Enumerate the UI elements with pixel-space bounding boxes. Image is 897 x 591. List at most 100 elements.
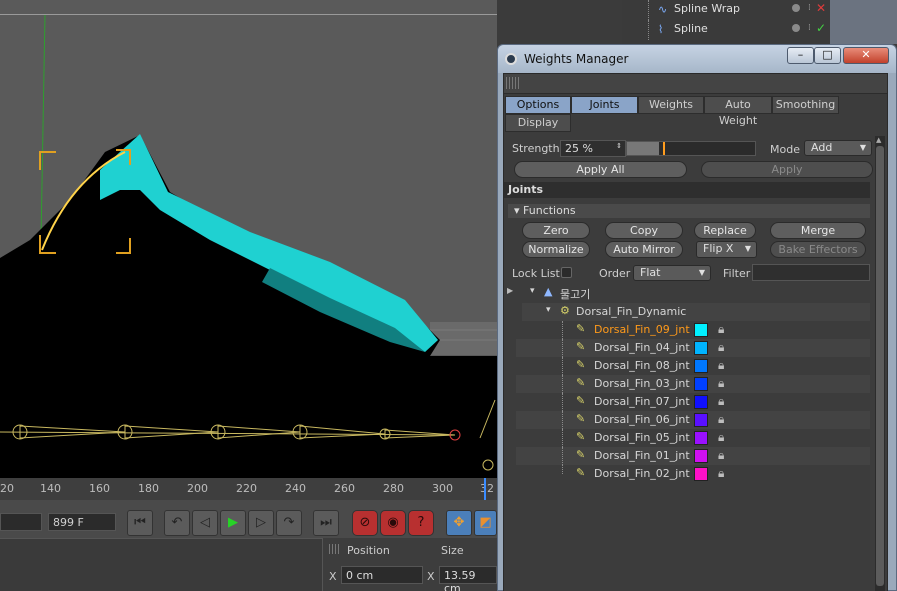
timeline-tick: 160 [89, 482, 110, 495]
lock-icon[interactable]: 🔒︎ [718, 340, 724, 355]
lock-icon[interactable]: 🔒︎ [718, 376, 724, 391]
table-row[interactable]: ✎ Dorsal_Fin_03_jnt 🔒︎ [516, 375, 870, 393]
stepper-icon[interactable]: ⇕ [616, 142, 622, 150]
table-row[interactable]: ✎ Dorsal_Fin_09_jnt 🔒︎ [516, 321, 870, 339]
table-row[interactable]: ✎ Dorsal_Fin_07_jnt 🔒︎ [516, 393, 870, 411]
scroll-up-icon[interactable]: ▲ [876, 136, 881, 144]
timeline-tick: 20 [0, 482, 14, 495]
timeline-ruler[interactable]: 20 140 160 180 200 220 240 260 280 300 3… [0, 478, 497, 500]
tree-line [562, 321, 563, 339]
functions-section-header[interactable]: ▾ Functions [508, 204, 870, 218]
lock-icon[interactable]: 🔒︎ [718, 430, 724, 445]
table-row[interactable]: ✎ Dorsal_Fin_04_jnt 🔒︎ [516, 339, 870, 357]
collapse-icon[interactable]: ▾ [546, 305, 551, 315]
next-frame-button[interactable]: ▷ [248, 510, 274, 536]
lock-icon[interactable]: 🔒︎ [718, 394, 724, 409]
go-to-end-button[interactable]: ⏭ [313, 510, 339, 536]
replace-button[interactable]: Replace [694, 222, 756, 239]
flip-axis-value: Flip X [703, 242, 734, 255]
strength-slider[interactable] [626, 141, 756, 156]
joint-color-swatch[interactable] [694, 431, 708, 445]
normalize-button[interactable]: Normalize [522, 241, 590, 258]
table-row[interactable]: ✎ Dorsal_Fin_01_jnt 🔒︎ [516, 447, 870, 465]
scale-tool-button[interactable]: ◩ [474, 510, 497, 536]
position-x-field[interactable]: 0 cm [341, 566, 423, 584]
window-titlebar[interactable]: Weights Manager – □ ✕ [498, 45, 896, 73]
enabled-check-icon[interactable]: ✓ [816, 21, 826, 35]
lock-icon[interactable]: 🔒︎ [718, 466, 724, 481]
tab-joints[interactable]: Joints [571, 96, 638, 114]
lock-icon[interactable]: 🔒︎ [718, 322, 724, 337]
mode-value: Add [811, 141, 833, 154]
previous-frame-button[interactable]: ◁ [192, 510, 218, 536]
next-key-button[interactable]: ↷ [276, 510, 302, 536]
start-frame-field[interactable] [0, 513, 42, 531]
flip-axis-dropdown[interactable]: Flip X ▼ [696, 241, 757, 258]
end-frame-field[interactable]: 899 F [48, 513, 116, 531]
tree-row-root[interactable]: ▾ ▲ 물고기 [522, 284, 870, 302]
vertical-scrollbar[interactable]: ▲ [875, 136, 885, 591]
table-row[interactable]: ✎ Dorsal_Fin_05_jnt 🔒︎ [516, 429, 870, 447]
joint-color-swatch[interactable] [694, 377, 708, 391]
tab-options[interactable]: Options [505, 96, 571, 114]
joint-color-swatch[interactable] [694, 341, 708, 355]
zero-button[interactable]: Zero [522, 222, 590, 239]
visibility-dot-icon[interactable] [792, 24, 800, 32]
visibility-dot-icon[interactable] [792, 4, 800, 12]
autokey-button[interactable]: ◉ [380, 510, 406, 536]
tab-display[interactable]: Display [505, 114, 571, 132]
tree-row-group[interactable]: ▾ ⚙ Dorsal_Fin_Dynamic [522, 303, 870, 321]
joint-color-swatch[interactable] [694, 449, 708, 463]
lock-icon[interactable]: 🔒︎ [718, 412, 724, 427]
grip-bar[interactable] [504, 74, 887, 94]
lock-icon[interactable]: 🔒︎ [718, 358, 724, 373]
record-button[interactable]: ⊘ [352, 510, 378, 536]
render-dot-icon[interactable]: ⁞ [808, 23, 811, 33]
tab-auto-weight[interactable]: Auto Weight [704, 96, 772, 127]
apply-button[interactable]: Apply [701, 161, 873, 178]
copy-button[interactable]: Copy [605, 222, 683, 239]
filter-input[interactable] [752, 264, 870, 281]
grip-icon[interactable] [329, 544, 339, 554]
joint-color-swatch[interactable] [694, 359, 708, 373]
render-dot-icon[interactable]: ⁞ [808, 3, 811, 13]
collapse-icon[interactable]: ▾ [530, 286, 535, 296]
table-row[interactable]: ✎ Dorsal_Fin_02_jnt 🔒︎ [516, 465, 870, 483]
close-button[interactable]: ✕ [843, 47, 889, 64]
strength-field[interactable]: 25 % ⇕ [560, 140, 626, 157]
size-x-field[interactable]: 13.59 cm [439, 566, 497, 591]
lock-list-checkbox[interactable] [561, 267, 572, 278]
apply-all-button[interactable]: Apply All [514, 161, 687, 178]
table-row[interactable]: ✎ Dorsal_Fin_08_jnt 🔒︎ [516, 357, 870, 375]
bake-effectors-button[interactable]: Bake Effectors [770, 241, 866, 258]
minimize-button[interactable]: – [787, 47, 814, 64]
grip-icon[interactable] [506, 77, 520, 89]
mode-dropdown[interactable]: Add ▼ [804, 140, 872, 156]
joint-color-swatch[interactable] [694, 413, 708, 427]
merge-button[interactable]: Merge [770, 222, 866, 239]
tab-weights[interactable]: Weights [638, 96, 704, 114]
joints-section-header[interactable]: Joints [504, 182, 870, 198]
auto-mirror-button[interactable]: Auto Mirror [605, 241, 683, 258]
joint-color-swatch[interactable] [694, 395, 708, 409]
joint-color-swatch[interactable] [694, 467, 708, 481]
go-to-start-button[interactable]: ⏮ [127, 510, 153, 536]
3d-viewport[interactable]: ✥⬇⟳▢ [0, 0, 497, 478]
table-row[interactable]: ✎ Dorsal_Fin_06_jnt 🔒︎ [516, 411, 870, 429]
tab-smoothing[interactable]: Smoothing [772, 96, 839, 114]
lock-icon[interactable]: 🔒︎ [718, 448, 724, 463]
tree-line [648, 0, 658, 20]
expand-arrow-icon[interactable]: ▶ [507, 286, 513, 295]
scrollbar-thumb[interactable] [876, 146, 884, 586]
maximize-button[interactable]: □ [814, 47, 841, 64]
play-button[interactable]: ▶ [220, 510, 246, 536]
joint-color-swatch[interactable] [694, 323, 708, 337]
strength-slider-knob[interactable] [663, 142, 665, 155]
keyframe-selection-button[interactable]: ? [408, 510, 434, 536]
move-tool-button[interactable]: ✥ [446, 510, 472, 536]
timeline-tick: 280 [383, 482, 404, 495]
order-dropdown[interactable]: Flat ▼ [633, 265, 711, 281]
disabled-x-icon[interactable]: ✕ [816, 1, 826, 15]
previous-key-button[interactable]: ↶ [164, 510, 190, 536]
playhead[interactable] [484, 478, 486, 500]
